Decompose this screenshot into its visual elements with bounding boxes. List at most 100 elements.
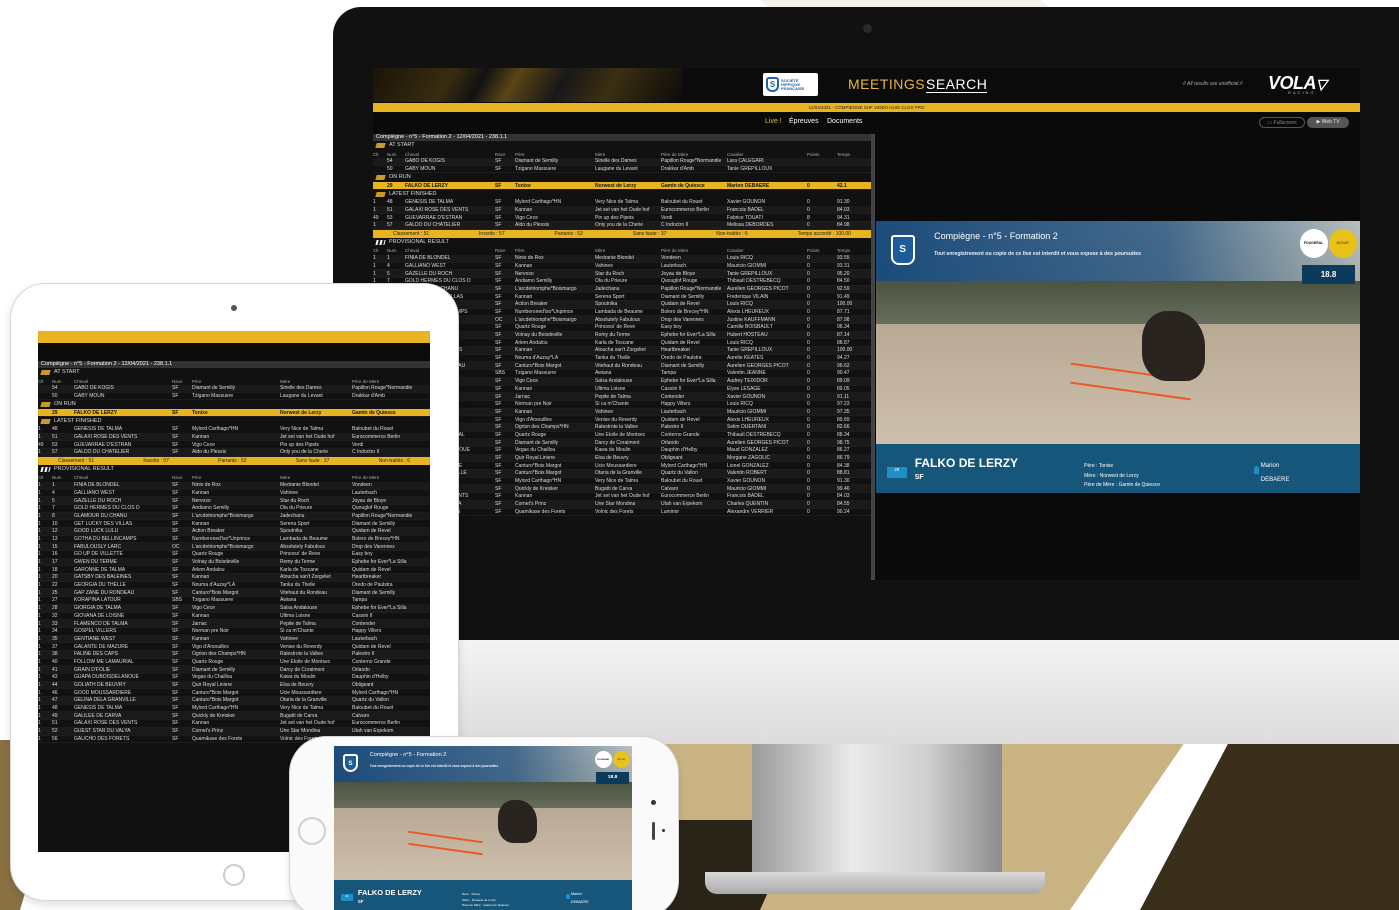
table-row[interactable]: 18GLAMOUR DU CHANUSFL'arcdetriomphe*Bois… bbox=[38, 512, 430, 521]
table-row[interactable]: 1 28 GIORGIA DE TALMA SF Vigo Cece Salsa Anda… bbox=[38, 604, 430, 613]
cell-num: 49 bbox=[52, 712, 58, 719]
table-row[interactable]: 1 41 GRAIN D'FOLIE SF Diamant de Semilly Darc… bbox=[38, 666, 430, 674]
table-row[interactable]: 1 57 GALDO DU CHATELIER SF Aldo du Plessis On… bbox=[373, 222, 871, 230]
table-row[interactable]: 1 25 GAP ZANE DU RONDEAU SF Canturo*Bois Mar… bbox=[38, 589, 430, 598]
table-row[interactable]: 1 51 GALAXI ROSE DES VENTS SF Kannan Jet set … bbox=[38, 433, 430, 442]
table-row[interactable]: 1 47 GELINA DELA GRANVILLE SF Canturo*Bois M… bbox=[38, 697, 430, 705]
cell-cavalier: Xavier GOUNON bbox=[727, 478, 766, 485]
cell-race: SF bbox=[495, 408, 502, 415]
cell-clt: 1 bbox=[38, 574, 41, 581]
tab-epreuves[interactable]: Épreuves bbox=[789, 118, 819, 125]
table-row[interactable]: 1 12 GOOD LUCK LULU SF Action Breaker Spoutni… bbox=[38, 527, 430, 536]
cell-mere: Vitehaut du Rondeau bbox=[595, 362, 642, 369]
table-row[interactable]: 1 46 GOOD MOUSSARDIERE SF Canturo*Bois Margo… bbox=[38, 689, 430, 698]
table-row[interactable]: 29 FALKO DE LERZY SF Tonixe Norwest de Lerzy… bbox=[373, 182, 871, 191]
cell-pere_mere: Drakkar d'Amb bbox=[352, 393, 385, 400]
cell-num: 43 bbox=[52, 674, 58, 681]
cell-mere: Tanka du Thelle bbox=[280, 582, 316, 589]
table-row[interactable]: 1 33 FLAMENCO DE TALMA SF Jarnac Pepite de Ta… bbox=[38, 620, 430, 628]
table-row[interactable]: 49 53 GUEVARRAE D'ESTRAN SF Vigo Cece Pin up … bbox=[373, 214, 871, 223]
cell-temps: 97.23 bbox=[837, 401, 850, 408]
table-row[interactable]: 54 GABO DE KOGIS SF Diamant de Semilly Sirie… bbox=[373, 158, 871, 166]
cell-temps: 91.30 bbox=[837, 199, 850, 206]
cell-pere: Kannan bbox=[192, 635, 210, 642]
nav-meetings[interactable]: MEETINGS bbox=[848, 76, 925, 92]
cell-cheval: GO UP DE VILLETTE bbox=[74, 551, 123, 558]
shf-logo[interactable]: S SOCIÉTÉ HIPPIQUE FRANÇAISE bbox=[763, 73, 818, 96]
cell-race: SF bbox=[172, 658, 179, 665]
nav-search[interactable]: SEARCH bbox=[926, 76, 988, 93]
table-row[interactable]: 1 4 GALLIANO WEST SF Kannan Vahinee Lauterbach bbox=[38, 490, 430, 498]
table-row[interactable]: 1 10 GET LUCKY DES VILLAS SF Kannan Serena Sp… bbox=[38, 520, 430, 528]
table-row[interactable]: 1 15 FABULOUSLY LARC OC L'arcdetriomphe*Bois… bbox=[38, 543, 430, 551]
table-row[interactable]: 1 44 GOLIATH DE BEUVRY SF Quir Royal Liniere… bbox=[38, 681, 430, 690]
table-row[interactable]: 1 48 GENESIS DE TALMA SF Mylord Carthago*HN V… bbox=[38, 705, 430, 713]
tablet-home-button[interactable] bbox=[223, 864, 245, 886]
cell-points: 0 bbox=[807, 378, 810, 385]
cell-cavalier: Louis RICQ bbox=[727, 339, 753, 346]
table-row[interactable]: 1 22 GEORGIA DU THELLE SF Nouma d'Auzay*LA Ta… bbox=[38, 582, 430, 590]
table-row[interactable]: 1 52 GUEST STAR DU VALYA SF Cornet's Prinz Un… bbox=[38, 727, 430, 736]
cell-race: SF bbox=[172, 643, 179, 650]
table-row[interactable]: 1 27 KORAPINA LATOUR SBS Tzigano Massuere Awi… bbox=[38, 597, 430, 605]
table-row[interactable]: 50 GABY MOUN SF Tzigano Massuere Laugane du … bbox=[373, 166, 871, 174]
cell-points: 0 bbox=[807, 255, 810, 262]
cell-pere_mere: Easy boy bbox=[661, 324, 682, 331]
table-row[interactable]: 54 GABO DE KOGIS SF Diamant de Semilly Sirie… bbox=[38, 385, 430, 393]
video-warning: Tout enregistrement ou copie de ce live … bbox=[934, 250, 1141, 257]
table-row[interactable]: 1 13 GOTHA DU BELLINCAMPS SF Numberoned'iso*… bbox=[38, 536, 430, 544]
table-row[interactable]: 1 7 GOLD HERMES DU CLOS D SF Andiamo Semilly… bbox=[373, 278, 871, 286]
table-row[interactable]: 1 17 GWEN DU TERME SF Volnay du Boisdeville R… bbox=[38, 558, 430, 567]
table-row[interactable]: 1 48 GENESIS DE TALMA SF Mylord Carthago*HN V… bbox=[38, 426, 430, 434]
table-row[interactable]: 1 51 GALAXI ROSE DES VENTS SF Kannan Jet set … bbox=[38, 720, 430, 728]
table-row[interactable]: 18GLAMOUR DU CHANUSFL'arcdetriomphe*Bois… bbox=[373, 285, 871, 294]
cell-temps: 89.05 bbox=[837, 385, 850, 392]
table-row[interactable]: 1 51 GALAXI ROSE DES VENTS SF Kannan Jet set … bbox=[373, 206, 871, 215]
table-row[interactable]: 1 1 FINIA DE BLONDEL SF Ninio de Rox Medranie… bbox=[38, 481, 430, 490]
table-row[interactable]: 1 16 GO UP DE VILLETTE SF Quartz Rouge Prince… bbox=[38, 551, 430, 559]
table-row[interactable]: 1 38 FALINE DES CAPS SF Ogrion des Champs*HN… bbox=[38, 650, 430, 659]
table-header: Clt Num Cheval Race Père Mère Père de Mère bbox=[38, 474, 430, 482]
table-row[interactable]: 1 20 GATSBY DES BALEINES SF Kannan Atoucha va… bbox=[38, 574, 430, 582]
table-row[interactable]: 1 40 FOLLOW ME LAMAURIAL SF Quartz Rouge Une … bbox=[38, 659, 430, 667]
table-row[interactable]: 1 18 GARONNE DE TALMA SF Arlem Andalou Karla … bbox=[38, 566, 430, 575]
panel-scrollbar[interactable] bbox=[871, 134, 875, 580]
phone-live-video[interactable]: S Compiègne - n°5 - Formation 2 Tout enreg… bbox=[334, 746, 632, 910]
table-row[interactable]: 1 37 GALANTE DE MAZURE SF Vigo d'Arsouilles V… bbox=[38, 643, 430, 651]
fullscreen-button[interactable]: ▭ Fullscreen bbox=[1259, 117, 1305, 128]
tab-live[interactable]: Live ! bbox=[765, 118, 782, 125]
table-row[interactable]: 1 49 GALILEE DE CARVA SF Quickly de Kreisker… bbox=[38, 712, 430, 721]
table-row[interactable]: 1 1 FINIA DE BLONDEL SF Ninio de Rox Medranie… bbox=[373, 254, 871, 263]
cell-cavalier: Charles QUENTIN bbox=[727, 501, 769, 508]
table-row[interactable]: 1 5 GAZELLE DU ROCH SF Nervoso Star du Roch Jo… bbox=[38, 497, 430, 505]
cell-cheval: GET LUCKY DES VILLAS bbox=[74, 520, 133, 527]
cell-pere_mere: Lauterbach bbox=[661, 408, 687, 415]
phone-home-button[interactable] bbox=[298, 817, 326, 845]
stat-inscrits: Inscrits : 57 bbox=[143, 457, 169, 464]
cell-pere: Tzigano Massuere bbox=[192, 597, 234, 604]
cell-clt: 1 bbox=[38, 620, 41, 627]
table-row[interactable]: 50 GABY MOUN SF Tzigano Massuere Laugane du … bbox=[38, 393, 430, 401]
table-row[interactable]: 29 FALKO DE LERZY SF Tonixe Norwest de Lerzy… bbox=[38, 409, 430, 418]
cell-mere: Vitehaut du Rondeau bbox=[280, 589, 327, 596]
tab-documents[interactable]: Documents bbox=[827, 118, 862, 125]
table-row[interactable]: 1 4 GALLIANO WEST SF Kannan Vahinee Lauterbach… bbox=[373, 263, 871, 271]
table-row[interactable]: 1 57 GALDO DU CHATELIER SF Aldo du Plessis On… bbox=[38, 449, 430, 457]
table-row[interactable]: 1 7 GOLD HERMES DU CLOS D SF Andiamo Semilly… bbox=[38, 505, 430, 513]
webtv-button[interactable]: ▶ Web TV bbox=[1307, 117, 1349, 128]
table-row[interactable]: 1 34 GOSPEL VILLERS SF Norman pre Noir Si ca … bbox=[38, 628, 430, 636]
cell-pere_mere: Tampa bbox=[352, 597, 368, 604]
table-row[interactable]: 1 32 GIOVANA DE LOISNE SF Kannan Ultima Loisn… bbox=[38, 613, 430, 621]
cell-num: 54 bbox=[387, 158, 393, 165]
cell-temps: 84.38 bbox=[837, 462, 850, 469]
tablet-camera bbox=[231, 305, 237, 311]
live-video[interactable]: S Compiègne - n°5 - Formation 2 Tout enreg… bbox=[876, 221, 1360, 493]
table-row[interactable]: 49 53 GUEVARRAE D'ESTRAN SF Vigo Cece Pin up … bbox=[38, 441, 430, 450]
cell-temps: 84.98 bbox=[837, 222, 850, 229]
table-row[interactable]: 1 48 GENESIS DE TALMA SF Mylord Carthago*HN V… bbox=[373, 199, 871, 207]
table-row[interactable]: 1 35 GENTIANE WEST SF Kannan Vahinee Lauterbac… bbox=[38, 635, 430, 644]
cell-cheval: GEORGIA DU THELLE bbox=[74, 582, 126, 589]
table-row[interactable]: 1 5 GAZELLE DU ROCH SF Nervoso Star du Roch Jo… bbox=[373, 270, 871, 278]
table-row[interactable]: 1 43 GUAPA DUBOISDELANOUE SF Vegas du Chaill… bbox=[38, 674, 430, 682]
rider-pere-mere: Père de Mère : Gamin de Quiesce bbox=[462, 903, 510, 908]
